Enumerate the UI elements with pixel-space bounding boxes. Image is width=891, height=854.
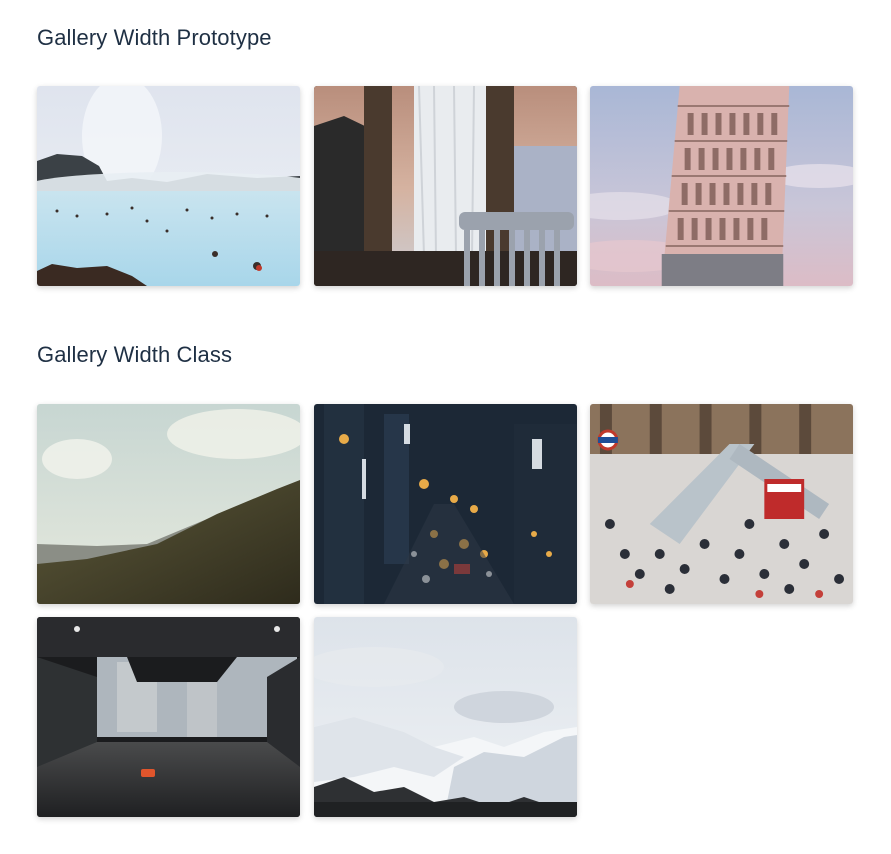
page: Gallery Width Prototype Gallery Width Cl… (0, 0, 891, 854)
leaning-tower-photo[interactable] (590, 86, 853, 286)
parking-garage-photo[interactable] (37, 617, 300, 817)
blue-lagoon-photo[interactable] (37, 86, 300, 286)
station-crowd-photo[interactable] (590, 404, 853, 604)
city-night-traffic-photo[interactable] (314, 404, 577, 604)
snowy-mountains-photo[interactable] (314, 617, 577, 817)
gallery-prototype-title: Gallery Width Prototype (37, 25, 272, 50)
window-chair-photo[interactable] (314, 86, 577, 286)
hillside-photo[interactable] (37, 404, 300, 604)
gallery-class-title: Gallery Width Class (37, 342, 233, 367)
